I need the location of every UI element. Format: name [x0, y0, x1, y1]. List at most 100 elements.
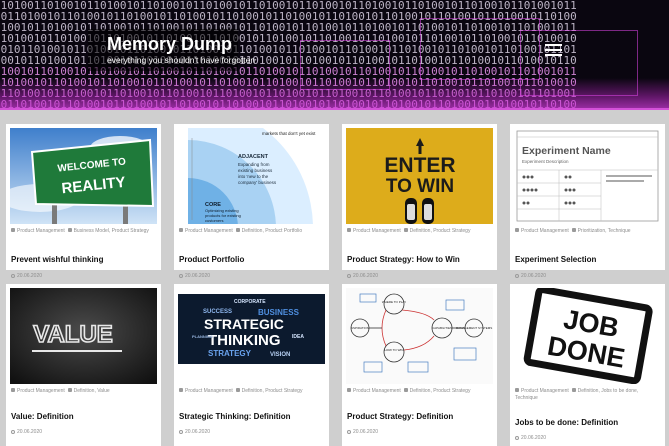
svg-text:STRATEGIC: STRATEGIC	[204, 316, 284, 332]
post-tags[interactable]: Business Model, Product Strategy	[74, 228, 149, 234]
site-title[interactable]: Memory Dump	[107, 34, 232, 55]
post-tags[interactable]: Prioritization, Technique	[578, 228, 631, 234]
site-header: 0101001101001011010010110100101101001011…	[0, 0, 669, 110]
svg-text:STRATEGY: STRATEGY	[208, 349, 252, 358]
job-done-stamp-image: JOB DONE	[514, 288, 661, 384]
post-date: 20.06.2020	[11, 273, 42, 279]
svg-text:company' business: company' business	[238, 180, 277, 185]
svg-text:SUCCESS: SUCCESS	[203, 309, 232, 315]
post-date: 20.06.2020	[515, 435, 546, 441]
post-meta: Product Management Definition, Product S…	[179, 388, 324, 395]
circuit-line	[300, 40, 390, 90]
post-category[interactable]: Product Management	[521, 388, 569, 394]
post-date: 20.06.2020	[11, 429, 42, 435]
post-title[interactable]: Prevent wishful thinking	[11, 255, 159, 265]
post-title[interactable]: Product Strategy: How to Win	[347, 255, 495, 265]
svg-text:WHERE TO PLAY: WHERE TO PLAY	[382, 300, 406, 304]
strategic-thinking-word-cloud-image: CORPORATE SUCCESS BUSINESS STRATEGIC THI…	[178, 294, 325, 364]
folder-icon	[515, 228, 519, 232]
post-category[interactable]: Product Management	[353, 228, 401, 234]
post-category[interactable]: Product Management	[17, 228, 65, 234]
post-date: 20.06.2020	[179, 429, 210, 435]
post-meta: Product Management Definition, Product S…	[347, 388, 492, 395]
post-category[interactable]: Product Management	[353, 388, 401, 394]
post-tags[interactable]: Definition, Product Strategy	[410, 388, 471, 394]
post-meta: Product Management Prioritization, Techn…	[515, 228, 660, 235]
tag-icon	[571, 388, 576, 392]
svg-text:customers: customers	[205, 218, 223, 223]
post-tags[interactable]: Definition, Product Strategy	[410, 228, 471, 234]
menu-button[interactable]	[540, 39, 566, 61]
post-title[interactable]: Value: Definition	[11, 412, 159, 422]
svg-text:PLANNING: PLANNING	[192, 334, 213, 339]
svg-text:ASPIRATION: ASPIRATION	[351, 326, 369, 330]
post-date: 20.06.2020	[179, 273, 210, 279]
post-category[interactable]: Product Management	[185, 228, 233, 234]
post-thumbnail[interactable]: markets that don't yet exist ADJACENT Ex…	[178, 128, 325, 224]
post-meta: Product Management Definition, Product P…	[179, 228, 324, 235]
clock-icon	[515, 435, 519, 440]
post-category[interactable]: Product Management	[185, 388, 233, 394]
clock-icon	[11, 429, 15, 434]
post-meta: Product Management Business Model, Produ…	[11, 228, 156, 235]
post-card[interactable]: WELCOME TO REALITY Product Management Bu…	[6, 124, 161, 279]
post-meta: Product Management Definition, Product S…	[347, 228, 492, 235]
post-title[interactable]: Strategic Thinking: Definition	[179, 412, 327, 422]
post-card[interactable]: WHERE TO PLAY HOW TO WIN ASPIRATION CAPA…	[342, 284, 497, 446]
clock-icon	[347, 429, 351, 434]
post-card[interactable]: VALUE Product Management Definition, Val…	[6, 284, 161, 446]
folder-icon	[11, 228, 15, 232]
post-category[interactable]: Product Management	[521, 228, 569, 234]
post-title[interactable]: Product Portfolio	[179, 255, 327, 265]
experiment-card-image: Experiment Name Experiment Description	[514, 128, 661, 224]
post-date: 20.06.2020	[515, 273, 546, 279]
post-category[interactable]: Product Management	[17, 388, 65, 394]
svg-text:VISION: VISION	[270, 352, 290, 358]
svg-text:CAPABILITIES: CAPABILITIES	[432, 326, 452, 330]
post-thumbnail[interactable]: JOB DONE	[514, 288, 661, 384]
clock-icon	[11, 273, 15, 278]
post-thumbnail[interactable]: CORPORATE SUCCESS BUSINESS STRATEGIC THI…	[178, 294, 325, 364]
svg-text:TO WIN: TO WIN	[386, 176, 454, 197]
post-thumbnail[interactable]: VALUE	[10, 288, 157, 384]
tag-icon	[571, 228, 576, 232]
folder-icon	[11, 388, 15, 392]
clock-icon	[179, 429, 183, 434]
post-card[interactable]: Experiment Name Experiment Description P…	[510, 124, 665, 279]
svg-text:THINKING: THINKING	[208, 332, 281, 349]
folder-icon	[515, 388, 519, 392]
post-card[interactable]: JOB DONE Product Management Definition, …	[510, 284, 665, 446]
post-thumbnail[interactable]: WHERE TO PLAY HOW TO WIN ASPIRATION CAPA…	[346, 288, 493, 384]
post-title[interactable]: Jobs to be done: Definition	[515, 418, 663, 428]
hamburger-icon	[545, 44, 562, 46]
post-title[interactable]: Experiment Selection	[515, 255, 663, 265]
folder-icon	[179, 228, 183, 232]
svg-text:into 'new to the: into 'new to the	[238, 174, 269, 179]
svg-text:VALUE: VALUE	[33, 321, 113, 348]
post-tags[interactable]: Definition, Product Strategy	[242, 388, 303, 394]
post-date: 20.06.2020	[347, 429, 378, 435]
enter-to-win-mat-image: ENTER TO WIN	[346, 128, 493, 224]
svg-text:CORPORATE: CORPORATE	[234, 299, 266, 305]
tag-icon	[235, 228, 240, 232]
post-card[interactable]: markets that don't yet exist ADJACENT Ex…	[174, 124, 329, 279]
post-thumbnail[interactable]: WELCOME TO REALITY	[10, 128, 157, 224]
post-date: 20.06.2020	[347, 273, 378, 279]
svg-text:Experiment Name: Experiment Name	[522, 145, 611, 157]
hamburger-icon	[545, 54, 562, 56]
site-tagline: everything you shouldn't have forgotten	[107, 55, 256, 65]
clock-icon	[347, 273, 351, 278]
svg-text:Experiment Description: Experiment Description	[522, 159, 569, 164]
post-card[interactable]: CORPORATE SUCCESS BUSINESS STRATEGIC THI…	[174, 284, 329, 446]
post-tags[interactable]: Definition, Value	[74, 388, 110, 394]
post-card[interactable]: ENTER TO WIN Product Management Definiti…	[342, 124, 497, 279]
svg-text:existing business: existing business	[238, 168, 273, 173]
svg-text:HOW TO WIN: HOW TO WIN	[385, 348, 404, 352]
post-meta: Product Management Definition, Value	[11, 388, 156, 395]
svg-text:Expanding from: Expanding from	[238, 162, 270, 167]
post-thumbnail[interactable]: Experiment Name Experiment Description	[514, 128, 661, 224]
post-thumbnail[interactable]: ENTER TO WIN	[346, 128, 493, 224]
tag-icon	[67, 228, 72, 232]
post-title[interactable]: Product Strategy: Definition	[347, 412, 495, 422]
post-tags[interactable]: Definition, Product Portfolio	[242, 228, 303, 234]
